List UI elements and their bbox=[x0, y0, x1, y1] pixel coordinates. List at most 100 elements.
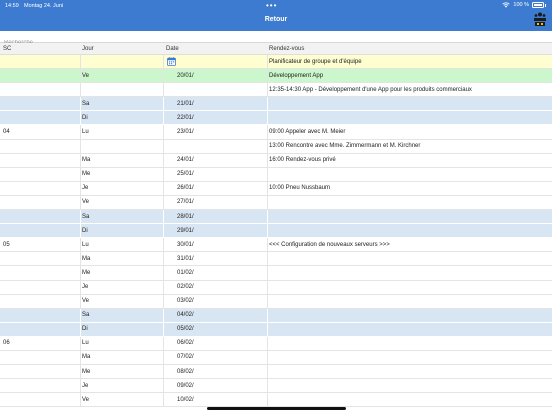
table-row[interactable]: 13:00 Rencontre avec Mme. Zimmermann et … bbox=[0, 139, 552, 154]
column-divider bbox=[80, 153, 81, 167]
table-row[interactable]: Ve 10/02/ bbox=[0, 393, 552, 408]
table-row[interactable]: Di 29/01/ bbox=[0, 224, 552, 239]
cell-rendez-vous: Développement App bbox=[269, 72, 324, 79]
column-divider bbox=[80, 97, 81, 111]
cell-jour: Sa bbox=[82, 213, 90, 220]
column-divider bbox=[267, 195, 268, 210]
table-row[interactable]: Je 02/02/ bbox=[0, 280, 552, 295]
table-row[interactable]: Je 09/02/ bbox=[0, 379, 552, 394]
column-divider bbox=[80, 210, 81, 224]
column-divider bbox=[163, 153, 164, 167]
column-divider bbox=[163, 97, 164, 111]
cell-date: 31/01/ bbox=[177, 255, 194, 262]
column-divider bbox=[163, 308, 164, 322]
column-divider bbox=[163, 111, 164, 125]
table-row[interactable]: 04 Lu 23/01/09:00 Appeler avec M. Meier bbox=[0, 125, 552, 140]
nav-title: Retour bbox=[0, 16, 552, 23]
column-divider bbox=[80, 111, 81, 125]
cell-jour: Me bbox=[82, 368, 91, 375]
cell-date: 30/01/ bbox=[177, 241, 194, 248]
column-divider bbox=[163, 195, 164, 210]
column-divider bbox=[163, 336, 164, 350]
cell-date: 01/02/ bbox=[177, 269, 194, 276]
column-divider bbox=[80, 294, 81, 308]
column-divider bbox=[80, 393, 81, 407]
status-time: 14:59 bbox=[5, 3, 19, 9]
cell-date: 05/02/ bbox=[177, 326, 194, 333]
table-row[interactable]: Di 05/02/ bbox=[0, 322, 552, 337]
home-indicator[interactable] bbox=[207, 407, 346, 410]
column-divider bbox=[163, 167, 164, 181]
calendar-icon[interactable] bbox=[167, 57, 176, 66]
table-row[interactable]: Me 25/01/ bbox=[0, 167, 552, 182]
column-divider bbox=[267, 322, 268, 336]
column-divider bbox=[163, 139, 164, 153]
cell-jour: Sa bbox=[82, 312, 90, 319]
column-divider bbox=[267, 83, 268, 97]
column-divider bbox=[80, 125, 81, 139]
cell-date: 26/01/ bbox=[177, 185, 194, 192]
column-divider bbox=[163, 210, 164, 224]
column-divider bbox=[80, 322, 81, 336]
column-divider bbox=[163, 252, 164, 266]
app-logo-icon[interactable] bbox=[533, 12, 547, 27]
column-divider bbox=[80, 350, 81, 365]
status-right: 100 % bbox=[502, 2, 546, 8]
cell-date: 29/01/ bbox=[177, 227, 194, 234]
table-row[interactable]: 06 Lu 06/02/ bbox=[0, 336, 552, 351]
cell-date: 27/01/ bbox=[177, 199, 194, 206]
table-row[interactable]: Di 22/01/ bbox=[0, 111, 552, 126]
cell-date: 23/01/ bbox=[177, 128, 194, 135]
table-row[interactable]: 05 Lu 30/01/ <<< Configuration de nouveaux … bbox=[0, 238, 552, 253]
column-divider bbox=[80, 252, 81, 266]
status-bar: 14:59 Montag 24. Juni ••• 100 % bbox=[0, 0, 552, 11]
cell-jour: Ma bbox=[82, 157, 91, 164]
table-row[interactable]: Ma 31/01/ bbox=[0, 252, 552, 267]
cell-date: 25/01/ bbox=[177, 171, 194, 178]
column-divider bbox=[163, 125, 164, 139]
column-divider bbox=[80, 280, 81, 294]
cell-rendez-vous: 09:00 Appeler avec M. Meier bbox=[269, 128, 346, 135]
cell-jour: Je bbox=[82, 382, 89, 389]
column-divider bbox=[267, 181, 268, 195]
table-row[interactable]: Me 08/02/ bbox=[0, 365, 552, 380]
column-header-sc: SC bbox=[3, 46, 12, 52]
column-header-date: Date bbox=[166, 46, 179, 52]
table-row[interactable]: Ma 07/02/ bbox=[0, 350, 552, 366]
table-row[interactable]: Sa 04/02/ bbox=[0, 308, 552, 323]
column-divider bbox=[163, 83, 164, 97]
cell-date: 20/01/ bbox=[177, 72, 194, 79]
battery-percent: 100 % bbox=[513, 2, 529, 8]
table-row[interactable]: Ma 24/01/16:00 Rendez-vous privé bbox=[0, 153, 552, 168]
table-row[interactable]: Sa 21/01/ bbox=[0, 97, 552, 112]
column-header-jour: Jour bbox=[82, 46, 94, 52]
column-divider bbox=[267, 153, 268, 167]
cell-date: 10/02/ bbox=[177, 396, 194, 403]
back-button[interactable]: Retour bbox=[265, 16, 288, 23]
cell-date: 02/02/ bbox=[177, 284, 194, 290]
cell-jour: Ma bbox=[82, 255, 91, 262]
column-divider bbox=[267, 294, 268, 308]
battery-tip bbox=[545, 3, 546, 7]
column-divider bbox=[80, 139, 81, 153]
table-row[interactable]: Sa 28/01/ bbox=[0, 210, 552, 225]
column-divider bbox=[267, 280, 268, 294]
cell-jour: Di bbox=[82, 227, 88, 234]
column-divider bbox=[80, 69, 81, 83]
column-divider bbox=[267, 210, 268, 224]
table-row[interactable]: Ve 20/01/Développement App bbox=[0, 69, 552, 84]
column-divider bbox=[267, 97, 268, 111]
navigation-bar: 14:59 Montag 24. Juni ••• 100 % Retour bbox=[0, 0, 552, 31]
table-row[interactable]: Me 01/02/ bbox=[0, 266, 552, 281]
multitasking-dots[interactable]: ••• bbox=[266, 1, 277, 10]
cell-jour: Lu bbox=[82, 241, 89, 248]
column-divider bbox=[80, 379, 81, 393]
table-row[interactable]: Je 26/01/10:00 Pneu Nussbaum bbox=[0, 181, 552, 196]
column-divider bbox=[163, 181, 164, 195]
cell-sc: 06 bbox=[3, 340, 10, 347]
table-row[interactable]: Ve 03/02/ bbox=[0, 294, 552, 309]
table-row[interactable]: Ve 27/01/ bbox=[0, 195, 552, 211]
table-row[interactable]: 12:35-14:30 App - Développement d'une Ap… bbox=[0, 83, 552, 98]
table-row[interactable]: Planificateur de groupe et d'équipe bbox=[0, 55, 552, 70]
cell-date: 06/02/ bbox=[177, 340, 194, 347]
